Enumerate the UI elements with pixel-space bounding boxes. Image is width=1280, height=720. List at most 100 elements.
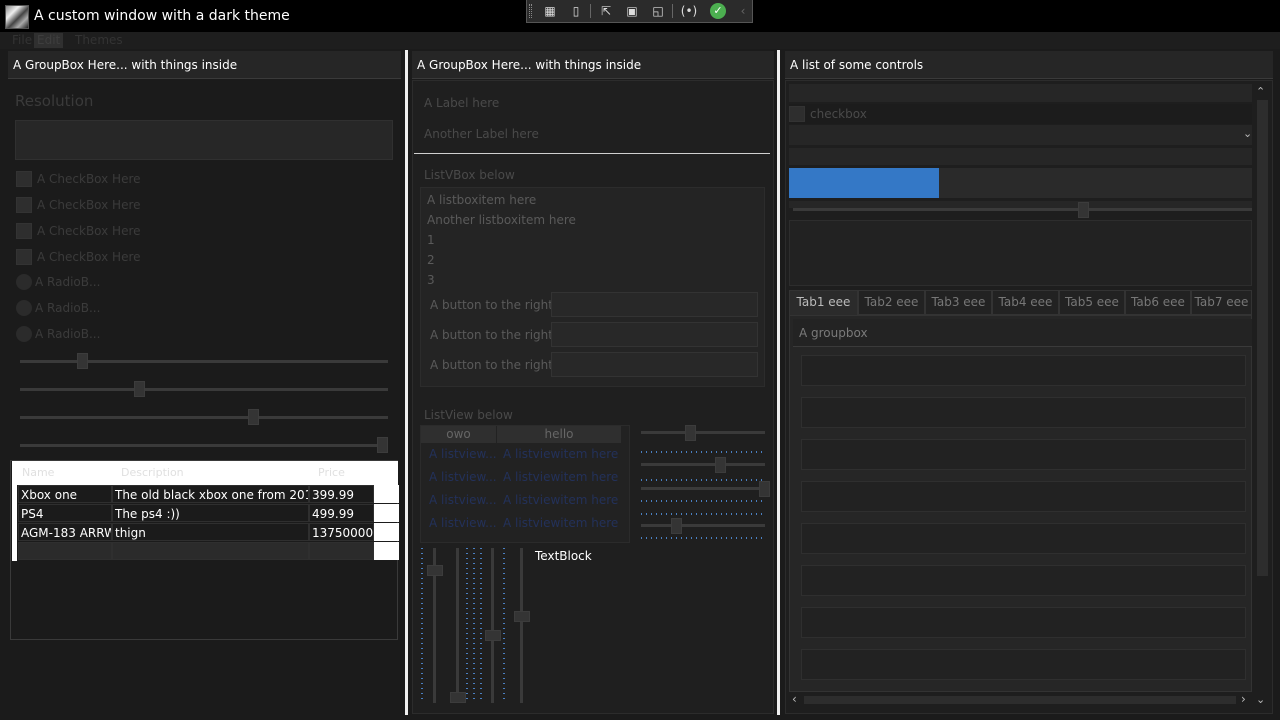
listview-cell[interactable]: A listview...: [429, 516, 497, 530]
checkbox[interactable]: [16, 249, 32, 265]
table-row[interactable]: AGM-183 ARRW thign 137500000: [18, 523, 399, 542]
checkbox[interactable]: [16, 223, 32, 239]
groupbox-item[interactable]: [801, 523, 1246, 554]
groupbox-item[interactable]: [801, 481, 1246, 512]
toolbar-grip[interactable]: [529, 4, 532, 18]
groupbox-item[interactable]: [801, 397, 1246, 428]
tab-2[interactable]: Tab2 eee: [858, 290, 925, 315]
list-item[interactable]: 3: [427, 273, 435, 287]
horizontal-scroll-thumb[interactable]: [804, 696, 1236, 704]
slider-track[interactable]: [20, 388, 388, 391]
cell-name[interactable]: PS4: [18, 504, 112, 522]
slider-thumb[interactable]: [671, 518, 682, 534]
scroll-up-icon[interactable]: ⌃: [1256, 85, 1265, 98]
hot-reload-icon[interactable]: (•): [678, 2, 700, 20]
tab-4[interactable]: Tab4 eee: [992, 290, 1059, 315]
column-header-price[interactable]: Price: [308, 461, 373, 485]
tab-5[interactable]: Tab5 eee: [1059, 290, 1125, 315]
slider-thumb[interactable]: [377, 437, 388, 453]
slider-track[interactable]: [793, 208, 1252, 211]
new-row[interactable]: [18, 542, 399, 561]
slider-track[interactable]: [20, 444, 388, 447]
right-button[interactable]: [551, 322, 758, 347]
cell-price[interactable]: 499.99: [309, 504, 374, 522]
slider-thumb[interactable]: [759, 481, 770, 497]
check-icon[interactable]: ✓: [707, 2, 729, 20]
slider-thumb[interactable]: [715, 457, 726, 473]
right-button[interactable]: [551, 352, 758, 377]
textbox[interactable]: [789, 84, 1252, 102]
slider-track[interactable]: [641, 463, 765, 466]
listview[interactable]: owo hello A listview... A listviewitem h…: [420, 425, 630, 543]
cell-description[interactable]: The ps4 :)): [112, 504, 309, 522]
select-element-icon[interactable]: ⇱: [595, 2, 617, 20]
list-item[interactable]: Another listboxitem here: [427, 213, 576, 227]
listview-cell[interactable]: A listview...: [429, 493, 497, 507]
slider-thumb[interactable]: [685, 425, 696, 441]
listview-cell[interactable]: A listviewitem here: [503, 470, 618, 484]
groupbox-item[interactable]: [801, 565, 1246, 596]
tab-1[interactable]: Tab1 eee: [789, 290, 858, 317]
panel-divider[interactable]: [777, 50, 780, 715]
checkbox[interactable]: [16, 197, 32, 213]
vslider-track[interactable]: [456, 548, 459, 703]
panel-divider[interactable]: [405, 50, 408, 715]
list-item[interactable]: 1: [427, 233, 435, 247]
menu-edit[interactable]: Edit: [34, 33, 64, 48]
listview-column-owo[interactable]: owo: [421, 426, 496, 443]
list-item[interactable]: 2: [427, 253, 435, 267]
tab-3[interactable]: Tab3 eee: [925, 290, 992, 315]
chevron-down-icon[interactable]: ⌄: [1243, 127, 1252, 140]
column-header-description[interactable]: Description: [111, 461, 308, 485]
cell-name[interactable]: Xbox one: [18, 485, 112, 503]
vslider-track[interactable]: [491, 548, 494, 703]
radio-button[interactable]: [16, 326, 32, 342]
scroll-down-icon[interactable]: ⌄: [1256, 693, 1265, 706]
resolution-box[interactable]: [15, 120, 393, 160]
slider-track[interactable]: [641, 431, 765, 434]
listview-cell[interactable]: A listviewitem here: [503, 493, 618, 507]
text-area[interactable]: [789, 220, 1252, 286]
listview-cell[interactable]: A listview...: [429, 447, 497, 461]
menu-file[interactable]: File: [9, 33, 35, 48]
column-header-name[interactable]: Name: [12, 461, 111, 485]
display-layout-icon[interactable]: ▣: [621, 2, 643, 20]
groupbox-item[interactable]: [801, 649, 1246, 680]
listview-cell[interactable]: A listviewitem here: [503, 447, 618, 461]
visual-tree-icon[interactable]: ▦: [539, 2, 561, 20]
listview-cell[interactable]: A listview...: [429, 470, 497, 484]
checkbox[interactable]: [789, 106, 805, 122]
menu-themes[interactable]: Themes: [72, 33, 126, 48]
listview-cell[interactable]: A listviewitem here: [503, 516, 618, 530]
cell-name[interactable]: AGM-183 ARRW: [18, 523, 112, 541]
groupbox-item[interactable]: [801, 607, 1246, 638]
slider-thumb[interactable]: [248, 409, 259, 425]
cell-description[interactable]: thign: [112, 523, 309, 541]
scroll-right-icon[interactable]: ›: [1241, 692, 1246, 706]
scroll-left-icon[interactable]: ‹: [792, 692, 797, 706]
tab-6[interactable]: Tab6 eee: [1125, 290, 1191, 315]
radio-button[interactable]: [16, 274, 32, 290]
slider-track[interactable]: [20, 416, 388, 419]
combobox[interactable]: [789, 125, 1252, 145]
radio-button[interactable]: [16, 300, 32, 316]
table-row[interactable]: Xbox one The old black xbox one from 201…: [18, 485, 399, 504]
groupbox-item[interactable]: [801, 439, 1246, 470]
track-focus-icon[interactable]: ◱: [647, 2, 669, 20]
vertical-scroll-thumb[interactable]: [1257, 100, 1268, 576]
vslider-thumb[interactable]: [427, 565, 443, 576]
textbox[interactable]: [789, 148, 1252, 165]
vslider-thumb[interactable]: [514, 611, 530, 622]
list-item[interactable]: A listboxitem here: [427, 193, 536, 207]
groupbox-item[interactable]: [801, 355, 1246, 386]
collapse-icon[interactable]: ‹: [732, 2, 754, 20]
cell-price[interactable]: 399.99: [309, 485, 374, 503]
vslider-thumb[interactable]: [450, 692, 466, 703]
tab-7[interactable]: Tab7 eee: [1191, 290, 1252, 315]
table-row[interactable]: PS4 The ps4 :)) 499.99: [18, 504, 399, 523]
right-button[interactable]: [551, 292, 758, 317]
slider-track[interactable]: [20, 360, 388, 363]
listview-column-hello[interactable]: hello: [497, 426, 621, 443]
slider-thumb[interactable]: [77, 353, 88, 369]
cell-description[interactable]: The old black xbox one from 2013 :): [112, 485, 309, 503]
